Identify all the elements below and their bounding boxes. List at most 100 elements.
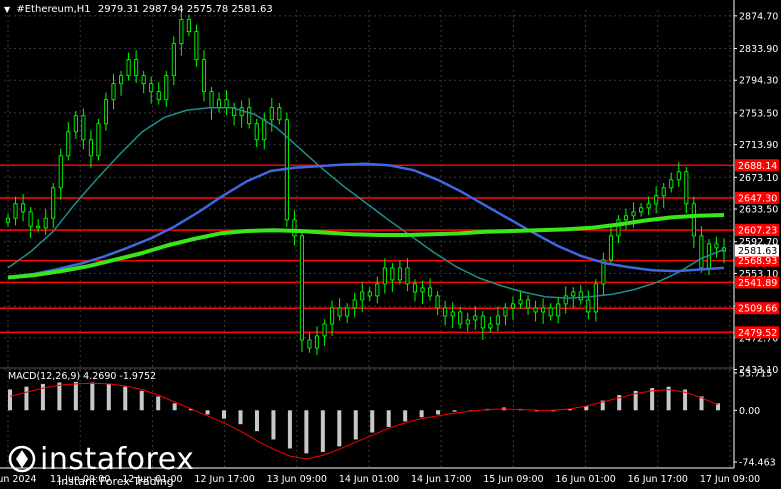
macd-hist-bar <box>386 410 391 427</box>
candle-body <box>262 119 267 141</box>
candle-body <box>292 219 297 237</box>
candle-body <box>616 219 621 237</box>
price-tick-label: 2713.90 <box>739 140 778 151</box>
candle-body <box>397 267 402 281</box>
candle-body <box>111 83 116 101</box>
candle-body <box>88 139 93 157</box>
candle-body <box>631 211 636 217</box>
current-price-label: 2581.63 <box>738 246 777 257</box>
macd-hist-bar <box>8 389 12 411</box>
macd-hist-bar <box>57 382 62 411</box>
candle-body <box>277 107 282 121</box>
macd-hist-bar <box>452 410 457 412</box>
candle-body <box>495 315 500 325</box>
candle-body <box>269 107 274 121</box>
candle-body <box>556 303 561 317</box>
candle-body <box>337 307 342 317</box>
macd-hist-bar <box>238 410 243 425</box>
price-tick-label: 2673.10 <box>739 173 778 184</box>
candle-body <box>216 99 222 109</box>
level-label: 2688.14 <box>738 161 777 172</box>
macd-hist-bar <box>353 410 358 440</box>
time-label: 15 Jun 09:00 <box>483 474 543 485</box>
macd-hist-bar <box>403 410 408 422</box>
candle-body <box>103 99 109 125</box>
candle-body <box>367 291 372 297</box>
price-tick-label: 2833.90 <box>739 44 778 55</box>
candle-body <box>676 171 681 181</box>
candle-body <box>608 235 613 261</box>
candle-body <box>51 187 56 219</box>
candle-body <box>66 131 71 157</box>
candle-body <box>654 195 659 205</box>
level-label: 2479.52 <box>738 328 777 339</box>
candle-body <box>156 91 161 101</box>
collapse-triangle-icon[interactable]: ▼ <box>4 5 10 14</box>
macd-hist-bar <box>254 410 259 432</box>
candle-body <box>691 203 696 237</box>
macd-hist-bar <box>370 410 375 433</box>
level-label: 2509.66 <box>738 304 777 315</box>
macd-hist-bar <box>419 410 424 418</box>
candle-body <box>699 235 704 269</box>
candle-body <box>412 283 418 293</box>
candle-body <box>405 267 410 285</box>
time-label: 17 Jun 09:00 <box>700 474 760 485</box>
candle-body <box>149 83 154 93</box>
candle-body <box>126 59 131 77</box>
candle-body <box>428 287 433 297</box>
candle-body <box>450 311 455 317</box>
candle-body <box>473 315 478 321</box>
price-tick-label: 2874.70 <box>739 11 778 22</box>
macd-hist-bar <box>436 410 441 415</box>
candle-body <box>345 307 350 317</box>
candle-body <box>330 307 335 325</box>
candle-body <box>390 267 395 281</box>
macd-hist-bar <box>222 410 227 419</box>
macd-hist-bar <box>205 410 210 415</box>
instaforex-logo-icon <box>8 445 36 473</box>
macd-hist-bar <box>73 381 78 411</box>
candle-body <box>518 299 523 305</box>
candle-body <box>307 339 312 349</box>
candle-body <box>382 267 387 285</box>
time-label: 14 Jun 01:00 <box>339 474 399 485</box>
candle-body <box>510 303 516 309</box>
instaforex-logo: instaforex Instant Forex Trading <box>8 442 198 488</box>
candle-body <box>435 295 440 309</box>
macd-hist-bar <box>337 410 342 447</box>
macd-hist-bar <box>123 386 128 411</box>
candle-body <box>533 307 538 313</box>
candle-body <box>36 225 41 229</box>
candle-body <box>503 307 508 317</box>
candle-body <box>254 123 259 141</box>
candle-body <box>525 299 531 309</box>
candle-body <box>247 107 252 125</box>
candle-body <box>58 155 63 189</box>
candle-body <box>593 283 598 313</box>
candle-body <box>465 319 470 325</box>
candle-body <box>480 315 485 329</box>
logo-name: instaforex <box>40 442 195 477</box>
candle-body <box>646 203 651 209</box>
candle-body <box>28 211 33 227</box>
candle-body <box>164 75 169 101</box>
level-label: 2541.89 <box>738 278 777 289</box>
ohlc-values: 2979.31 2987.94 2575.78 2581.63 <box>97 4 273 15</box>
candle-body <box>5 217 11 223</box>
candle-body <box>322 323 327 337</box>
candle-body <box>488 323 493 329</box>
candle-body <box>209 91 214 109</box>
candle-body <box>661 187 666 197</box>
candle-body <box>352 299 357 309</box>
macd-tick-label: 0.00 <box>739 406 760 417</box>
time-label: 13 Jun 09:00 <box>267 474 327 485</box>
candle-body <box>81 115 86 141</box>
candle-body <box>548 307 553 317</box>
candle-body <box>420 287 425 293</box>
candle-body <box>299 235 304 341</box>
candle-body <box>119 75 124 85</box>
time-label: 12 Jun 17:00 <box>194 474 254 485</box>
candle-body <box>179 19 184 45</box>
candle-body <box>73 115 78 133</box>
